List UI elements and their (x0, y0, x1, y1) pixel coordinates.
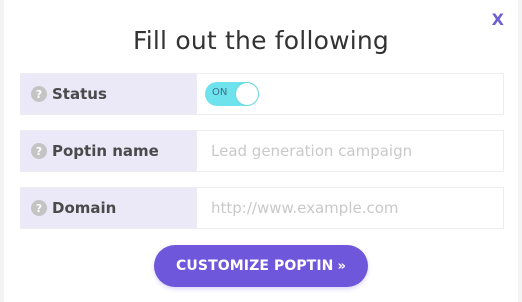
poptin-name-label: Poptin name (52, 142, 159, 160)
status-label: Status (52, 85, 107, 103)
poptin-name-label-cell: ? Poptin name (21, 131, 197, 171)
domain-row: ? Domain (20, 187, 504, 229)
help-icon[interactable]: ? (31, 143, 47, 159)
customize-poptin-button[interactable]: CUSTOMIZE POPTIN » (154, 245, 368, 287)
poptin-name-row: ? Poptin name (20, 130, 504, 172)
toggle-knob (236, 83, 258, 105)
status-row: ? Status ON (20, 73, 504, 115)
toggle-text: ON (212, 87, 228, 98)
poptin-name-input[interactable] (209, 141, 503, 161)
domain-label: Domain (52, 199, 117, 217)
help-icon[interactable]: ? (31, 86, 47, 102)
double-chevron-right-icon: » (337, 258, 346, 274)
domain-label-cell: ? Domain (21, 188, 197, 228)
poptin-name-value-cell (197, 131, 503, 171)
status-label-cell: ? Status (21, 74, 197, 114)
status-value-cell: ON (197, 74, 503, 114)
status-toggle[interactable]: ON (205, 82, 259, 106)
poptin-modal: X Fill out the following ? Status ON ? P… (4, 0, 518, 302)
customize-poptin-label: CUSTOMIZE POPTIN (176, 258, 334, 274)
modal-title: Fill out the following (133, 26, 389, 55)
domain-input[interactable] (209, 198, 503, 218)
help-icon[interactable]: ? (31, 200, 47, 216)
domain-value-cell (197, 188, 503, 228)
